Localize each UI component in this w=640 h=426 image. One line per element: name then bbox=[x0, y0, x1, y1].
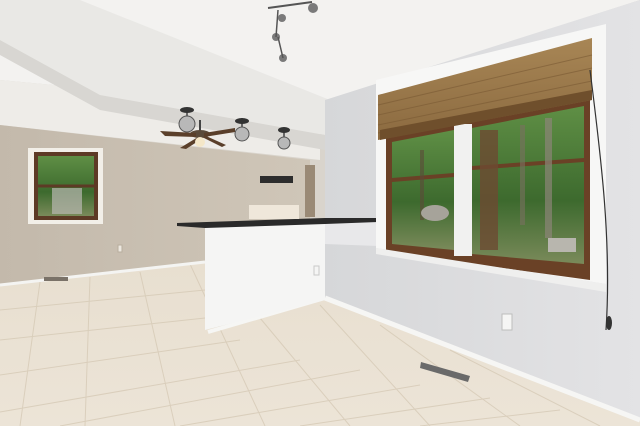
outlet-icon bbox=[501, 313, 513, 331]
cord-tassel bbox=[606, 316, 612, 330]
counter-end bbox=[325, 220, 378, 246]
outlet-icon bbox=[117, 244, 123, 253]
interior-photo bbox=[0, 0, 640, 426]
floor-vent-icon bbox=[44, 277, 68, 281]
room-illustration bbox=[0, 0, 640, 426]
pendant-light-icon bbox=[234, 118, 250, 142]
hallway-doorway bbox=[305, 165, 315, 217]
window-back-wall bbox=[28, 148, 103, 224]
pendant-light-icon bbox=[178, 107, 196, 133]
outlet-icon bbox=[313, 265, 320, 276]
wall-shelf bbox=[260, 176, 293, 183]
counter-backsplash bbox=[249, 205, 299, 219]
